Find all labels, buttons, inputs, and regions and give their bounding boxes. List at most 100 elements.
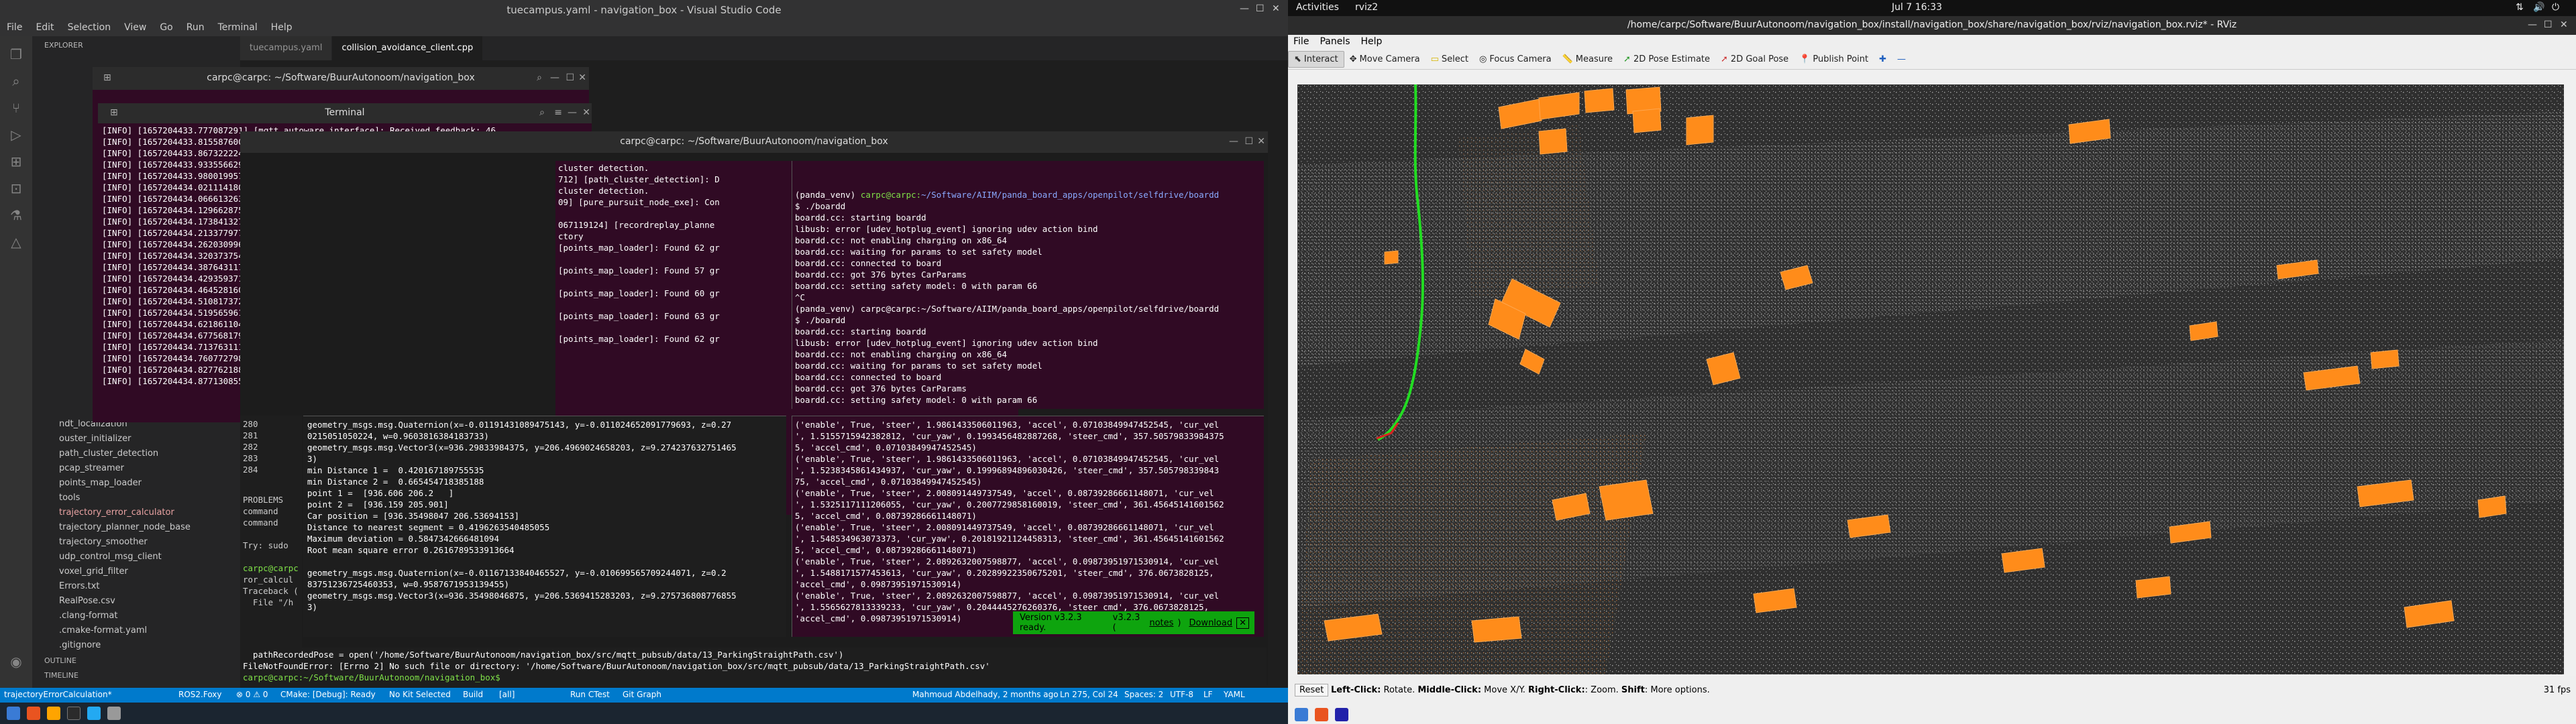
menu-panels[interactable]: Panels	[1314, 35, 1355, 50]
git-blame[interactable]: Mahmoud Abdelhady, 2 months ago	[912, 690, 1059, 699]
tree-item[interactable]: udp_control_msg_client	[32, 550, 240, 564]
pane-error-calc[interactable]: geometry_msgs.msg.Quaternion(x=-0.011914…	[303, 416, 786, 637]
files-icon[interactable]	[27, 707, 40, 720]
tree-item[interactable]: ouster_initializer	[32, 432, 240, 446]
explorer-icon[interactable]: ❐	[7, 46, 25, 63]
menu-edit[interactable]: Edit	[29, 20, 60, 36]
pane-steer[interactable]: ('enable', True, 'steer', 1.986143350601…	[792, 416, 1264, 637]
notes-link[interactable]: notes	[1149, 618, 1173, 628]
indent-setting[interactable]: Spaces: 2	[1124, 690, 1163, 699]
close-icon[interactable]: ✕	[1272, 3, 1280, 14]
tree-item[interactable]: RealPose.csv	[32, 594, 240, 609]
interact-tool[interactable]: ⬉ Interact	[1288, 51, 1344, 68]
maximize-icon[interactable]: ☐	[1244, 136, 1253, 147]
browser-icon[interactable]	[47, 707, 60, 720]
tab-tuecampus-yaml[interactable]: tuecampus.yaml	[240, 36, 333, 60]
menu-terminal[interactable]: Terminal	[211, 20, 264, 36]
run-ctest-button[interactable]: Run CTest	[570, 690, 610, 699]
tree-item[interactable]: .gitignore	[32, 638, 240, 653]
settings-icon[interactable]	[107, 707, 121, 720]
build-target[interactable]: [all]	[499, 690, 515, 699]
problems-tab[interactable]: PROBLEMS	[243, 494, 299, 505]
timeline-section[interactable]: TIMELINE	[32, 666, 78, 685]
menu-view[interactable]: View	[117, 20, 153, 36]
publish-point-tool[interactable]: 📍 Publish Point	[1794, 52, 1874, 67]
remote-icon[interactable]: ⊡	[7, 180, 25, 197]
menu-icon[interactable]: ≡	[554, 107, 562, 118]
menu-help[interactable]: Help	[1356, 35, 1388, 50]
files-icon[interactable]	[1315, 708, 1328, 721]
kit-selector[interactable]: No Kit Selected	[389, 690, 451, 699]
terminal-icon[interactable]	[67, 707, 80, 720]
menu-file[interactable]: File	[0, 20, 29, 36]
clock[interactable]: Jul 7 16:33	[1892, 2, 1942, 13]
goal-pose-tool[interactable]: ➚ 2D Goal Pose	[1715, 52, 1794, 67]
problems-indicator[interactable]: ⊗ 0 ⚠ 0	[236, 690, 268, 699]
3d-viewport[interactable]	[1297, 84, 2564, 674]
maximize-icon[interactable]: ☐	[1256, 3, 1265, 14]
activities-button[interactable]: Activities	[1296, 2, 1339, 13]
git-graph-button[interactable]: Git Graph	[623, 690, 661, 699]
ros-indicator[interactable]: ROS2.Foxy	[178, 690, 222, 699]
search-icon[interactable]: ⌕	[7, 72, 25, 90]
tree-item[interactable]: .clang-format	[32, 609, 240, 623]
point-cloud-render[interactable]	[1297, 84, 2564, 674]
tree-item[interactable]: pcap_streamer	[32, 461, 240, 476]
focus-camera-tool[interactable]: ◎ Focus Camera	[1474, 52, 1557, 67]
minimize-icon[interactable]: —	[568, 107, 577, 118]
close-icon[interactable]: ✕	[578, 72, 586, 83]
tree-item[interactable]: trajectory_smoother	[32, 535, 240, 550]
encoding[interactable]: UTF-8	[1170, 690, 1193, 699]
build-button[interactable]: Build	[463, 690, 483, 699]
maximize-icon[interactable]: ☐	[566, 72, 574, 83]
minimize-icon[interactable]: —	[1240, 3, 1249, 14]
power-icon[interactable]: ⏻	[2552, 2, 2559, 13]
volume-icon[interactable]: 🔊	[2533, 2, 2544, 13]
menu-file[interactable]: File	[1288, 35, 1314, 50]
cursor-position[interactable]: Ln 275, Col 24	[1060, 690, 1118, 699]
close-icon[interactable]: ✕	[1236, 617, 1249, 629]
app-launcher-icon[interactable]	[1295, 708, 1308, 721]
menu-run[interactable]: Run	[180, 20, 211, 36]
testing-icon[interactable]: ⚗	[7, 206, 25, 224]
run-debug-icon[interactable]: ▷	[7, 126, 25, 143]
app-launcher-icon[interactable]	[7, 707, 20, 720]
tree-item[interactable]: .cmake-format.yaml	[32, 623, 240, 638]
app-menu[interactable]: rviz2	[1355, 2, 1378, 13]
tree-item[interactable]: trajectory_planner_node_base	[32, 520, 240, 535]
vscode-icon[interactable]	[87, 707, 101, 720]
rviz-icon[interactable]	[1335, 708, 1348, 721]
pane-bottom[interactable]: pathRecordedPose = open('/home/Software/…	[240, 648, 1267, 685]
close-icon[interactable]: ✕	[2560, 19, 2568, 30]
menu-go[interactable]: Go	[153, 20, 179, 36]
extensions-icon[interactable]: ⊞	[7, 153, 25, 170]
download-link[interactable]: Download	[1189, 618, 1232, 628]
new-tab-icon[interactable]: ⊞	[110, 107, 118, 118]
menu-selection[interactable]: Selection	[61, 20, 118, 36]
remove-tool-button[interactable]: —	[1892, 52, 1911, 67]
tree-item[interactable]: Errors.txt	[32, 579, 240, 594]
tab-collision-avoidance[interactable]: collision_avoidance_client.cpp	[332, 36, 484, 60]
reset-button[interactable]: Reset	[1295, 684, 1329, 697]
tree-item[interactable]: tools	[32, 491, 240, 505]
maximize-icon[interactable]: ☐	[2544, 19, 2553, 30]
close-icon[interactable]: ✕	[582, 107, 590, 118]
cmake-status[interactable]: CMake: [Debug]: Ready	[280, 690, 376, 699]
eol[interactable]: LF	[1203, 690, 1213, 699]
minimize-icon[interactable]: —	[550, 72, 559, 83]
measure-tool[interactable]: 📏 Measure	[1557, 52, 1618, 67]
search-icon[interactable]: ⌕	[539, 107, 545, 118]
tree-item[interactable]: path_cluster_detection	[32, 446, 240, 461]
branch-indicator[interactable]: trajectoryErrorCalculation*	[4, 690, 112, 699]
account-icon[interactable]: ◉	[7, 653, 25, 670]
pane-boardd[interactable]: (panda_venv) carpc@carpc:~/Software/AIIM…	[792, 161, 1264, 409]
add-tool-button[interactable]: ✚	[1874, 52, 1892, 67]
pose-estimate-tool[interactable]: ➚ 2D Pose Estimate	[1618, 52, 1715, 67]
language-mode[interactable]: YAML	[1224, 690, 1245, 699]
new-tab-icon[interactable]: ⊞	[103, 72, 111, 83]
minimize-icon[interactable]: —	[1229, 136, 1238, 147]
tree-item[interactable]: trajectory_error_calculator	[32, 505, 240, 520]
menu-help[interactable]: Help	[264, 20, 299, 36]
terminal-window-2[interactable]: carpc@carpc: ~/Software/BuurAutonoom/nav…	[240, 131, 1268, 685]
network-icon[interactable]: ⇅	[2516, 2, 2524, 13]
